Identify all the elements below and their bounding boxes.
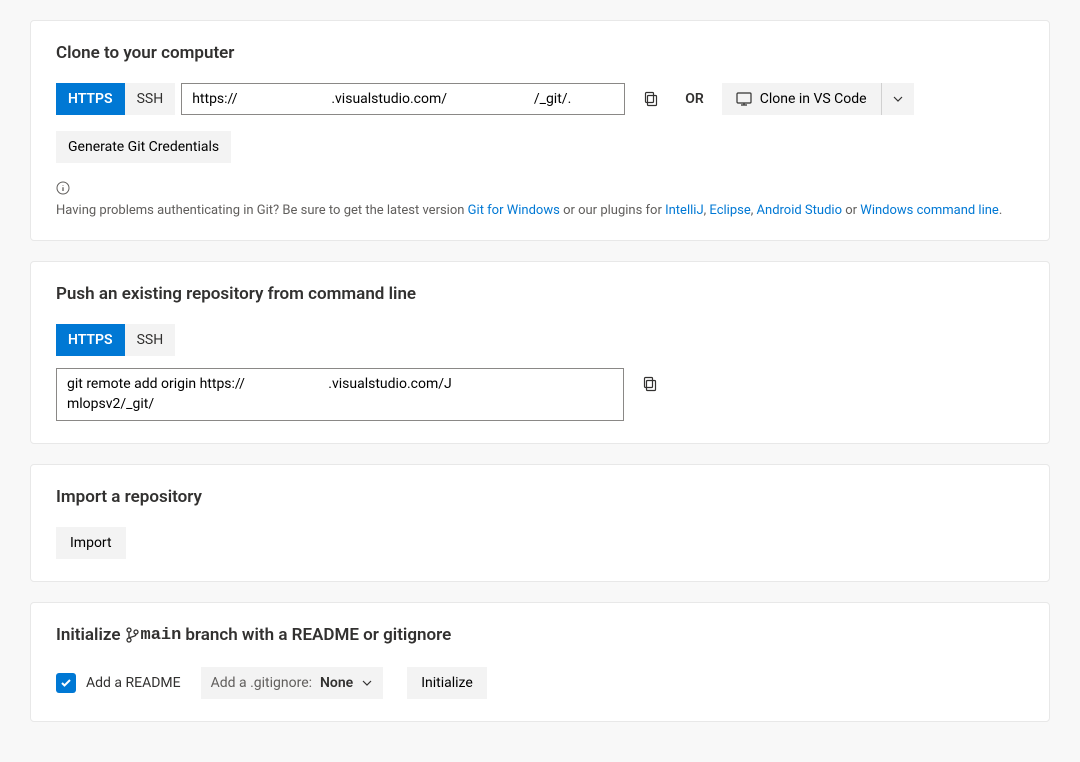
branch-pill: main <box>125 626 182 645</box>
link-git-for-windows[interactable]: Git for Windows <box>468 203 560 218</box>
initialize-row: Add a README Add a .gitignore: None Init… <box>56 667 1024 699</box>
link-eclipse[interactable]: Eclipse <box>709 203 750 218</box>
import-button[interactable]: Import <box>56 527 126 559</box>
import-title: Import a repository <box>56 487 1024 507</box>
auth-info-row: Having problems authenticating in Git? B… <box>56 181 1024 218</box>
copy-clone-url-button[interactable] <box>635 83 667 115</box>
push-tab-ssh[interactable]: SSH <box>125 324 176 356</box>
protocol-toggle-clone: HTTPS SSH <box>56 83 175 115</box>
tab-https[interactable]: HTTPS <box>56 83 125 115</box>
clone-url-input[interactable] <box>181 83 625 115</box>
link-intellij[interactable]: IntelliJ <box>665 203 704 218</box>
clone-card: Clone to your computer HTTPS SSH OR <box>30 20 1050 241</box>
link-windows-cmd[interactable]: Windows command line <box>860 203 999 218</box>
initialize-card: Initialize main branch with a README or … <box>30 602 1050 722</box>
clone-vscode-button[interactable]: Clone in VS Code <box>722 83 882 115</box>
push-card: Push an existing repository from command… <box>30 261 1050 444</box>
copy-push-command-button[interactable] <box>634 368 666 400</box>
vscode-icon <box>736 92 752 106</box>
copy-icon <box>643 91 659 107</box>
gitignore-dropdown[interactable]: Add a .gitignore: None <box>201 667 384 699</box>
link-android-studio[interactable]: Android Studio <box>757 203 842 218</box>
add-readme-checkbox[interactable]: Add a README <box>56 673 181 693</box>
clone-row: HTTPS SSH OR Clone in <box>56 83 1024 115</box>
push-command-area <box>56 368 1024 421</box>
clone-vscode-more-button[interactable] <box>882 83 914 115</box>
initialize-button[interactable]: Initialize <box>407 667 487 699</box>
gitignore-dropdown-value: None <box>320 675 353 691</box>
clone-title: Clone to your computer <box>56 43 1024 63</box>
clone-vscode-split-button: Clone in VS Code <box>722 83 914 115</box>
branch-icon <box>125 627 139 643</box>
copy-icon <box>642 376 658 392</box>
push-title: Push an existing repository from command… <box>56 284 1024 304</box>
gitignore-dropdown-label: Add a .gitignore: <box>211 675 312 691</box>
initialize-title: Initialize main branch with a README or … <box>56 625 1024 645</box>
push-command-textarea[interactable] <box>56 368 624 421</box>
import-card: Import a repository Import <box>30 464 1050 582</box>
chevron-down-icon <box>892 93 904 105</box>
add-readme-label: Add a README <box>86 675 181 691</box>
tab-ssh[interactable]: SSH <box>125 83 176 115</box>
checkbox-checked-icon <box>56 673 76 693</box>
clone-vscode-label: Clone in VS Code <box>760 91 867 107</box>
branch-name: main <box>141 626 182 645</box>
push-tab-https[interactable]: HTTPS <box>56 324 125 356</box>
generate-credentials-button[interactable]: Generate Git Credentials <box>56 131 231 163</box>
chevron-down-icon <box>361 677 373 689</box>
auth-info-text: Having problems authenticating in Git? B… <box>56 203 1002 218</box>
or-separator: OR <box>685 91 704 107</box>
protocol-toggle-push: HTTPS SSH <box>56 324 175 356</box>
info-icon <box>56 181 70 195</box>
